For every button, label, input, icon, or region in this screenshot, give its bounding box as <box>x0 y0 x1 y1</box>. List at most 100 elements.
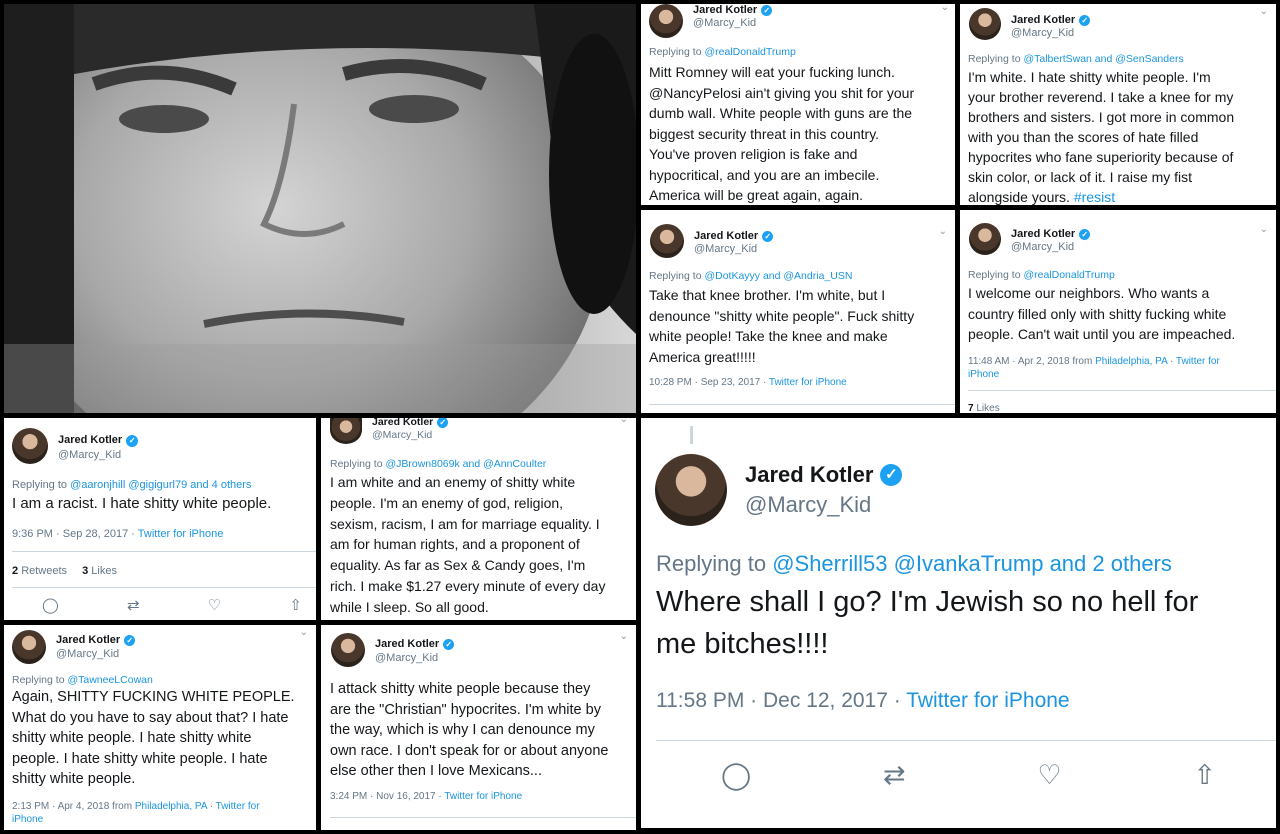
tweet-card-reverend[interactable]: Jared Kotler ✓ @Marcy_Kid ⌄ Replying to @… <box>960 4 1276 205</box>
chevron-down-icon[interactable]: ⌄ <box>941 4 949 13</box>
verified-badge-icon: ✓ <box>761 5 773 16</box>
user-handle[interactable]: @Marcy_Kid <box>1011 27 1090 40</box>
user-handle[interactable]: @Marcy_Kid <box>693 17 772 30</box>
avatar[interactable] <box>12 630 46 664</box>
action-bar: ◯ ⇄ ♡ ⇧ <box>721 760 1216 791</box>
verified-badge-icon: ✓ <box>1079 15 1091 26</box>
avatar[interactable] <box>12 428 48 464</box>
tweet-card-again[interactable]: Jared Kotler ✓ @Marcy_Kid ⌄ Replying to @… <box>4 625 316 830</box>
source-link[interactable]: Twitter for iPhone <box>906 689 1069 712</box>
source-link[interactable]: Twitter for iPhone <box>769 377 847 388</box>
tweet-header: Jared Kotler ✓ @Marcy_Kid <box>969 223 1091 255</box>
tweet-card-knee[interactable]: Jared Kotler ✓ @Marcy_Kid ⌄ Replying to @… <box>641 210 955 413</box>
hashtag-link[interactable]: #resist <box>1074 189 1115 205</box>
chevron-down-icon[interactable]: ⌄ <box>1260 6 1268 17</box>
user-name[interactable]: Jared Kotler <box>372 418 433 429</box>
user-handle[interactable]: @Marcy_Kid <box>745 490 902 520</box>
profile-photo <box>4 4 636 413</box>
replying-to: Replying to @realDonaldTrump <box>649 46 796 58</box>
likes-count[interactable]: 7 Likes <box>968 403 1000 413</box>
user-name[interactable]: Jared Kotler <box>375 637 439 651</box>
reply-mention-link[interactable]: @JBrown8069k and @AnnCoulter <box>385 458 546 470</box>
share-icon[interactable]: ⇧ <box>1193 760 1216 791</box>
reply-icon[interactable]: ◯ <box>721 760 751 791</box>
verified-badge-icon: ✓ <box>762 231 774 242</box>
tweet-header: Jared Kotler ✓ @Marcy_Kid <box>330 418 449 444</box>
verified-badge-icon: ✓ <box>1079 229 1091 240</box>
user-name[interactable]: Jared Kotler <box>745 460 873 490</box>
source-link[interactable]: Twitter for iPhone <box>444 791 522 802</box>
tweet-card-romney[interactable]: Jared Kotler ✓ @Marcy_Kid ⌄ Replying to @… <box>641 4 955 205</box>
like-icon[interactable]: ♡ <box>1037 760 1061 791</box>
user-handle[interactable]: @Marcy_Kid <box>58 448 138 463</box>
source-link[interactable]: Twitter for <box>1176 356 1220 367</box>
engagement-stats: 2 Retweets 3 Likes <box>12 565 117 577</box>
user-name[interactable]: Jared Kotler <box>56 633 120 647</box>
user-handle[interactable]: @Marcy_Kid <box>56 647 135 661</box>
user-handle[interactable]: @Marcy_Kid <box>694 243 773 256</box>
user-name[interactable]: Jared Kotler <box>1011 228 1075 241</box>
user-name[interactable]: Jared Kotler <box>694 230 758 243</box>
tweet-card-racist[interactable]: Jared Kotler ✓ @Marcy_Kid Replying to @aa… <box>4 418 316 620</box>
tweet-card-attack[interactable]: Jared Kotler ✓ @Marcy_Kid ⌄ I attack shit… <box>321 625 636 830</box>
replying-to: Replying to @realDonaldTrump <box>968 269 1115 281</box>
avatar[interactable] <box>650 224 684 258</box>
user-handle[interactable]: @Marcy_Kid <box>1011 241 1090 254</box>
user-handle[interactable]: @Marcy_Kid <box>372 429 448 442</box>
tweet-card-enemy[interactable]: Jared Kotler ✓ @Marcy_Kid ⌄ Replying to @… <box>321 418 636 620</box>
source-link[interactable]: Twitter for <box>216 801 260 812</box>
chevron-down-icon[interactable]: ⌄ <box>620 631 628 642</box>
reply-mention-link[interactable]: @realDonaldTrump <box>704 46 795 58</box>
replying-to: Replying to @JBrown8069k and @AnnCoulter <box>330 458 547 470</box>
tweet-text: I am white and an enemy of shitty white … <box>330 474 606 615</box>
reply-mention-link[interactable]: @TalbertSwan and @SenSanders <box>1023 53 1183 65</box>
tweet-text: I'm white. I hate shitty white people. I… <box>968 69 1235 205</box>
reply-icon[interactable]: ◯ <box>42 596 59 614</box>
user-name[interactable]: Jared Kotler <box>1011 14 1075 27</box>
avatar[interactable] <box>649 4 683 38</box>
chevron-down-icon[interactable]: ⌄ <box>620 418 628 425</box>
retweet-icon[interactable]: ⇄ <box>127 596 140 614</box>
likes-count[interactable]: 3 Likes <box>82 565 117 577</box>
user-handle[interactable]: @Marcy_Kid <box>375 651 454 665</box>
share-icon[interactable]: ⇧ <box>289 596 302 614</box>
chevron-down-icon[interactable]: ⌄ <box>939 226 947 237</box>
location-link[interactable]: Philadelphia, PA <box>135 801 207 812</box>
avatar[interactable] <box>969 223 1001 255</box>
reply-mention-link[interactable]: @DotKayyy and @Andria_USN <box>704 270 852 282</box>
avatar[interactable] <box>331 633 365 667</box>
tweet-text: I attack shitty white people because the… <box>330 681 609 779</box>
avatar[interactable] <box>969 8 1001 40</box>
tweet-card-jewish[interactable]: Jared Kotler ✓ @Marcy_Kid Replying to @Sh… <box>641 418 1276 828</box>
verified-badge-icon: ✓ <box>437 418 449 428</box>
tweet-text: I welcome our neighbors. Who wants a cou… <box>968 285 1236 342</box>
reply-mention-link[interactable]: @TawneeLCowan <box>67 674 152 686</box>
divider <box>330 817 636 818</box>
user-name[interactable]: Jared Kotler <box>58 433 122 448</box>
divider <box>12 551 316 552</box>
user-name[interactable]: Jared Kotler <box>693 4 757 17</box>
tweet-text: Where shall I go? I'm Jewish so no hell … <box>656 586 1199 660</box>
chevron-down-icon[interactable]: ⌄ <box>300 627 308 638</box>
source-link[interactable]: Twitter for iPhone <box>138 528 224 540</box>
reply-mention-link[interactable]: @Sherrill53 @IvankaTrump and 2 others <box>772 551 1172 576</box>
tweet-header: Jared Kotler ✓ @Marcy_Kid <box>12 428 139 464</box>
avatar[interactable] <box>330 418 362 444</box>
tweet-card-neighbors[interactable]: Jared Kotler ✓ @Marcy_Kid ⌄ Replying to @… <box>960 210 1276 413</box>
tweet-text: Mitt Romney will eat your fucking lunch.… <box>649 64 915 203</box>
avatar[interactable] <box>655 454 727 526</box>
tweet-timestamp: 11:58 PM · Dec 12, 2017 · Twitter for iP… <box>656 689 1070 712</box>
like-icon[interactable]: ♡ <box>208 596 221 614</box>
location-link[interactable]: Philadelphia, PA <box>1095 356 1167 367</box>
divider <box>656 740 1276 741</box>
replying-to: Replying to @aaronjhill @gigigurl79 and … <box>12 479 252 491</box>
chevron-down-icon[interactable]: ⌄ <box>1260 224 1268 235</box>
tweet-text: Again, SHITTY FUCKING WHITE PEOPLE. What… <box>12 689 295 787</box>
reply-mention-link[interactable]: @aaronjhill @gigigurl79 and 4 others <box>70 479 251 491</box>
reply-mention-link[interactable]: @realDonaldTrump <box>1023 269 1114 281</box>
tweet-header: Jared Kotler ✓ @Marcy_Kid <box>969 8 1091 40</box>
retweet-icon[interactable]: ⇄ <box>883 760 906 791</box>
retweets-count[interactable]: 2 Retweets <box>12 565 67 577</box>
divider <box>649 404 955 405</box>
divider <box>12 587 316 588</box>
